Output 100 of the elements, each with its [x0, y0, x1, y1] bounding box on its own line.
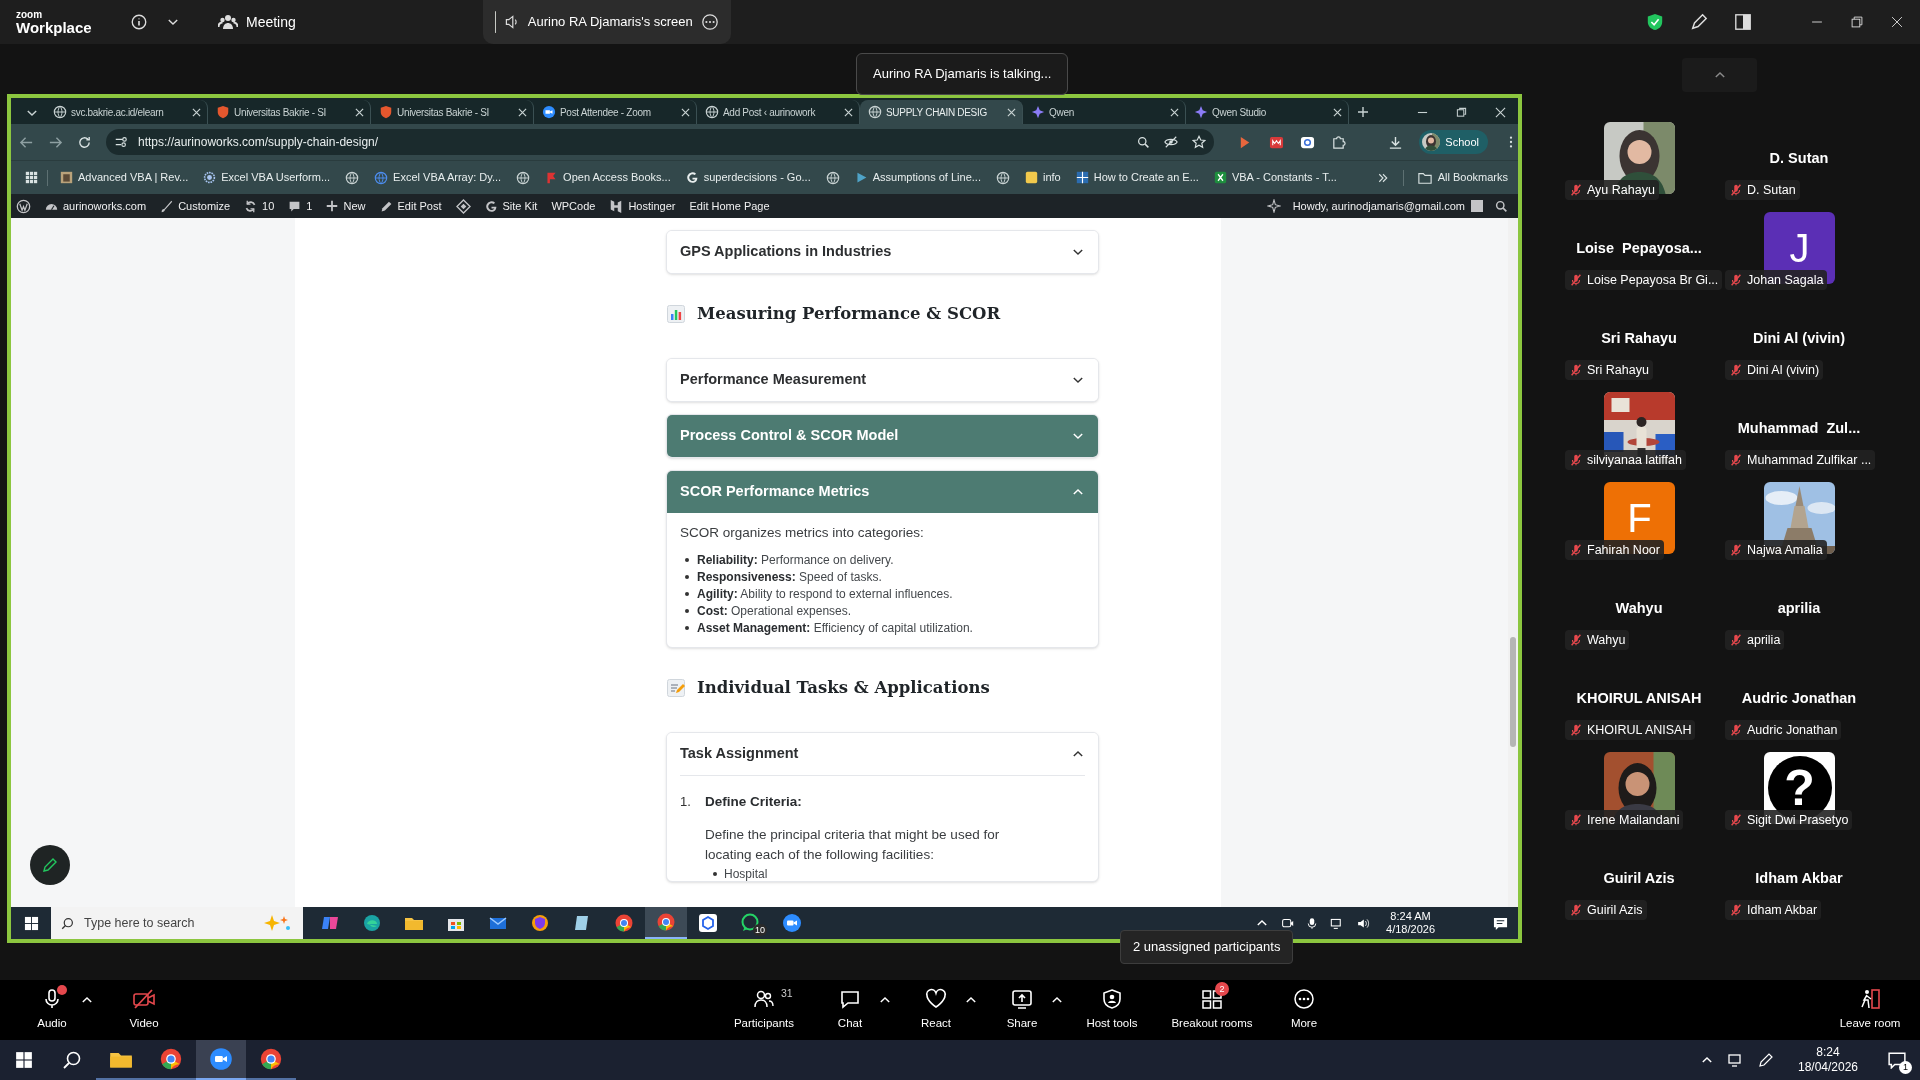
video-app-icon — [209, 1047, 233, 1071]
more-icon[interactable] — [700, 13, 719, 31]
admin-bar-item[interactable]: New — [326, 197, 366, 215]
info-icon[interactable] — [130, 13, 148, 31]
restore-icon[interactable] — [1456, 106, 1467, 118]
layout-icon[interactable] — [1734, 13, 1752, 31]
apps-icon[interactable] — [25, 171, 38, 184]
admin-bar-item[interactable]: 10 — [244, 197, 275, 215]
notification-icon[interactable] — [1493, 915, 1508, 931]
grid-favicon-icon — [1075, 171, 1089, 184]
close-tab-icon[interactable] — [1170, 107, 1179, 117]
volume-icon[interactable] — [1356, 916, 1371, 930]
sparkle-icon[interactable] — [1266, 199, 1281, 213]
bookmark[interactable]: Open Access Books... — [542, 169, 674, 186]
restore-icon[interactable] — [1850, 15, 1864, 29]
extension-icon[interactable] — [1269, 134, 1285, 150]
admin-bar-item[interactable]: Edit Home Page — [689, 197, 770, 215]
admin-bar-item[interactable]: aurinoworks.com — [45, 197, 147, 215]
annotate-icon[interactable] — [1690, 13, 1708, 31]
toolbar-button[interactable]: 31 Participants — [724, 984, 804, 1036]
star-favicon-icon — [1194, 105, 1208, 119]
accordion-header[interactable]: Task Assignment — [667, 733, 1098, 776]
toolbar-button[interactable]: Video — [116, 984, 172, 1036]
microphone-icon[interactable] — [1306, 916, 1319, 930]
close-tab-icon[interactable] — [518, 107, 527, 117]
address-bar[interactable]: https://aurinoworks.com/supply-chain-design/ — [106, 129, 1215, 155]
close-tab-icon[interactable] — [192, 107, 201, 117]
notification-button[interactable]: 1 — [1882, 1045, 1912, 1075]
download-icon[interactable] — [1388, 134, 1404, 150]
app-logo-text: zoom — [16, 9, 44, 20]
zoom-icon[interactable] — [1137, 135, 1151, 149]
network-icon[interactable] — [1728, 1052, 1744, 1068]
close-tab-icon[interactable] — [355, 107, 364, 117]
shield-icon[interactable] — [1646, 13, 1664, 31]
unassigned-participants-tooltip: 2 unassigned participants — [1120, 930, 1294, 964]
admin-bar-item[interactable]: Customize — [160, 197, 231, 215]
close-tab-icon[interactable] — [844, 107, 853, 117]
reload-icon[interactable] — [77, 134, 92, 150]
accordion-header[interactable]: SCOR Performance Metrics — [667, 471, 1098, 513]
bookmark[interactable]: Advanced VBA | Rev... — [57, 169, 192, 186]
pen-icon[interactable] — [1758, 1052, 1774, 1068]
windows-start-icon[interactable] — [23, 915, 39, 931]
close-icon[interactable] — [1890, 15, 1904, 29]
account-greeting[interactable]: Howdy, aurinodjamaris@gmail.com — [1292, 197, 1483, 215]
all-bookmarks-button[interactable]: All Bookmarks — [1417, 169, 1508, 186]
scrollbar[interactable] — [1508, 218, 1518, 907]
bookmark[interactable]: Excel VBA Array: Dy... — [371, 169, 505, 186]
close-tab-icon[interactable] — [1007, 107, 1016, 117]
meet-now-icon[interactable] — [1281, 916, 1295, 930]
accordion-header[interactable]: GPS Applications in Industries — [667, 231, 1098, 273]
profile-chip[interactable]: School — [1419, 130, 1488, 154]
edit-pencil-button[interactable] — [30, 845, 70, 885]
hidden-eye-icon[interactable] — [1164, 135, 1179, 149]
bookmark[interactable]: Excel VBA Userform... — [200, 169, 334, 186]
admin-bar-item[interactable]: Hostinger — [609, 197, 676, 215]
taskbar-clock[interactable]: 8:24 18/04/2026 — [1788, 1045, 1868, 1075]
shared-screen-tab[interactable]: Aurino RA Djamaris's screen — [482, 0, 731, 44]
extension-icon[interactable] — [1300, 134, 1316, 150]
taskbar-search-field[interactable]: Type here to search — [51, 907, 303, 939]
admin-bar-item[interactable]: 1 — [288, 197, 313, 215]
accordion-header[interactable]: Process Control & SCOR Model — [667, 415, 1098, 457]
admin-bar-item[interactable]: WPCode — [551, 197, 596, 215]
close-icon[interactable] — [1495, 106, 1506, 118]
extensions-puzzle-icon[interactable] — [1331, 134, 1347, 150]
bookmark[interactable]: How to Create an E... — [1072, 169, 1202, 186]
h-logo-icon — [609, 199, 624, 213]
more-bookmarks-icon[interactable] — [1376, 171, 1389, 184]
toolbar-button[interactable]: Audio — [24, 984, 80, 1036]
new-tab-icon[interactable] — [1357, 106, 1369, 118]
bookmark[interactable]: VBA - Constants - T... — [1210, 169, 1340, 186]
close-tab-icon[interactable] — [1333, 107, 1342, 117]
toolbar-button[interactable]: Host tools — [1076, 984, 1148, 1036]
toolbar-button[interactable]: Chat — [822, 984, 878, 1036]
search-icon[interactable] — [62, 1050, 82, 1070]
chrome-icon — [259, 1047, 283, 1071]
toolbar-button[interactable]: Leave room — [1828, 984, 1912, 1036]
diamond-icon[interactable] — [455, 198, 471, 214]
wordpress-icon[interactable] — [16, 198, 31, 214]
search-icon[interactable] — [1495, 199, 1508, 213]
bookmark-star-icon[interactable] — [1192, 135, 1207, 149]
toolbar-button[interactable]: 2 Breakout rooms — [1160, 984, 1264, 1036]
globe-icon — [825, 170, 840, 185]
name-label: Wahyu — [1565, 630, 1630, 650]
taskbar-app[interactable] — [196, 1040, 246, 1080]
accordion-header[interactable]: Performance Measurement — [667, 359, 1098, 401]
bookmark[interactable]: superdecisions - Go... — [682, 169, 814, 186]
video-app-icon — [782, 913, 802, 933]
admin-bar-item[interactable]: Site Kit — [484, 197, 538, 215]
bookmark[interactable]: info — [1021, 169, 1064, 186]
close-tab-icon[interactable] — [681, 107, 690, 117]
site-info-icon[interactable] — [114, 135, 128, 149]
taskbar-app[interactable]: 10 — [729, 907, 771, 939]
toolbar-button[interactable]: More — [1276, 984, 1332, 1036]
admin-bar-item[interactable]: Edit Post — [379, 197, 442, 215]
toolbar-button[interactable]: React — [908, 984, 964, 1036]
toolbar-button[interactable]: Share — [994, 984, 1050, 1036]
bookmark[interactable]: Assumptions of Line... — [851, 169, 984, 186]
taskbar-clock[interactable]: 8:24 AM 4/18/2026 — [1382, 910, 1439, 936]
browser-tab[interactable]: SUPPLY CHAIN DESIG — [860, 100, 1023, 124]
windows-start-icon[interactable] — [15, 1051, 33, 1069]
